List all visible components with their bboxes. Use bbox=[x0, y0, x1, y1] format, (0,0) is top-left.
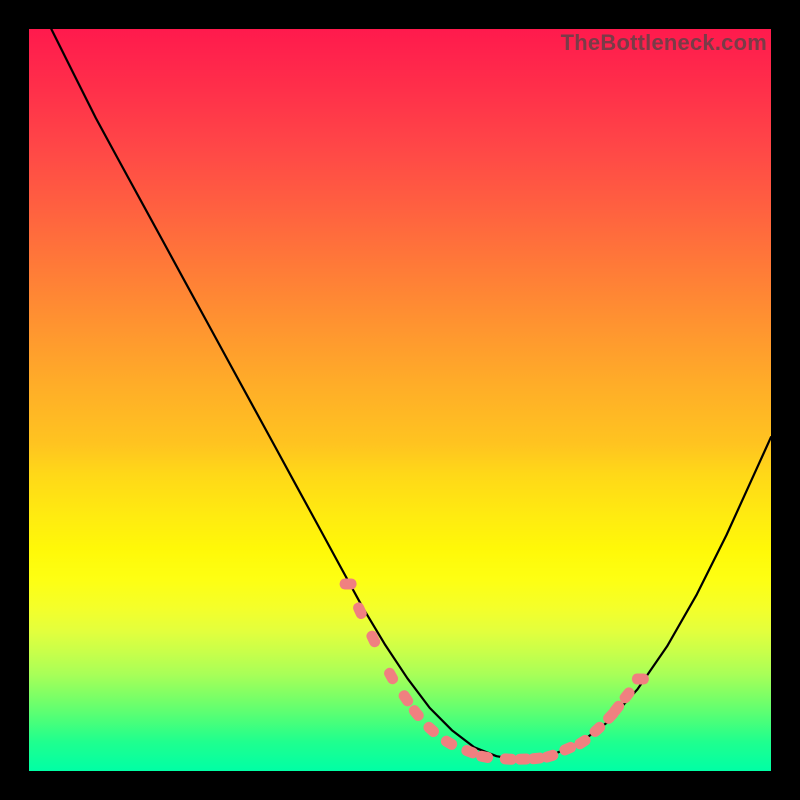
bottleneck-curve bbox=[51, 29, 771, 760]
marker-point bbox=[632, 674, 649, 685]
marker-point bbox=[382, 666, 400, 686]
marker-point bbox=[365, 629, 382, 649]
marker-point bbox=[499, 753, 517, 765]
marker-point bbox=[439, 734, 459, 752]
marker-point bbox=[340, 579, 357, 590]
marker-point bbox=[407, 703, 426, 723]
marker-point bbox=[351, 601, 368, 621]
chart-overlay bbox=[29, 29, 771, 771]
marker-point bbox=[397, 688, 416, 708]
marker-group bbox=[340, 579, 649, 766]
chart-container: TheBottleneck.com bbox=[0, 0, 800, 800]
marker-point bbox=[421, 720, 441, 740]
